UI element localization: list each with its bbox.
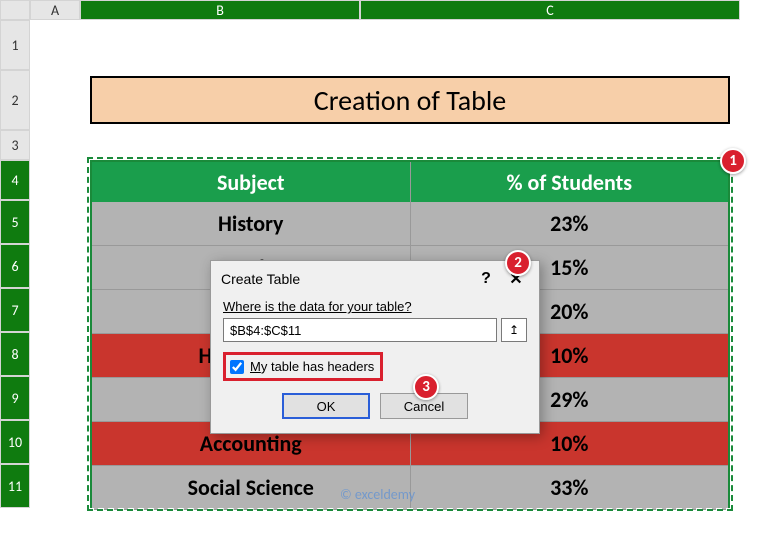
row-header-1[interactable]: 1 [0, 20, 30, 70]
col-header-B[interactable]: B [80, 0, 360, 20]
page-title: Creation of Table [90, 76, 730, 124]
row-header-8[interactable]: 8 [0, 332, 30, 376]
cell-subject[interactable]: History [92, 202, 411, 245]
cell-pct[interactable]: 33% [411, 466, 729, 509]
cell-pct[interactable]: 23% [411, 202, 729, 245]
headers-checkbox-label: My table has headers [250, 359, 374, 374]
headers-checkbox[interactable] [230, 360, 244, 374]
table-header-row: Subject % of Students [92, 162, 728, 202]
callout-badge-1: 1 [720, 148, 746, 174]
help-icon[interactable]: ? [471, 267, 501, 291]
dialog-titlebar[interactable]: Create Table ? ✕ [211, 261, 539, 295]
row-header-6[interactable]: 6 [0, 244, 30, 288]
ok-button[interactable]: OK [282, 393, 370, 419]
range-input[interactable] [223, 318, 497, 342]
spreadsheet-area: A B C 1 2 3 4 5 6 7 8 9 10 11 Creation o… [0, 0, 767, 542]
row-header-10[interactable]: 10 [0, 420, 30, 464]
row-header-3[interactable]: 3 [0, 130, 30, 160]
row-header-4[interactable]: 4 [0, 160, 30, 200]
col-header-C[interactable]: C [360, 0, 740, 20]
dialog-prompt: Where is the data for your table? [223, 299, 527, 314]
select-all-corner[interactable] [0, 0, 30, 20]
row-header-5[interactable]: 5 [0, 200, 30, 244]
row-header-9[interactable]: 9 [0, 376, 30, 420]
header-pct[interactable]: % of Students [411, 162, 729, 202]
col-header-A[interactable]: A [30, 0, 80, 20]
table-row[interactable]: History 23% [92, 202, 728, 246]
row-header-2[interactable]: 2 [0, 70, 30, 130]
callout-badge-2: 2 [505, 250, 531, 276]
create-table-dialog: Create Table ? ✕ Where is the data for y… [210, 260, 540, 434]
row-header-7[interactable]: 7 [0, 288, 30, 332]
callout-badge-3: 3 [413, 374, 439, 400]
header-subject[interactable]: Subject [92, 162, 411, 202]
headers-checkbox-group[interactable]: My table has headers [223, 352, 383, 381]
dialog-title: Create Table [221, 271, 471, 287]
row-header-11[interactable]: 11 [0, 464, 30, 508]
watermark: © exceldemy [340, 486, 415, 503]
range-picker-icon[interactable]: ↥ [501, 318, 527, 342]
